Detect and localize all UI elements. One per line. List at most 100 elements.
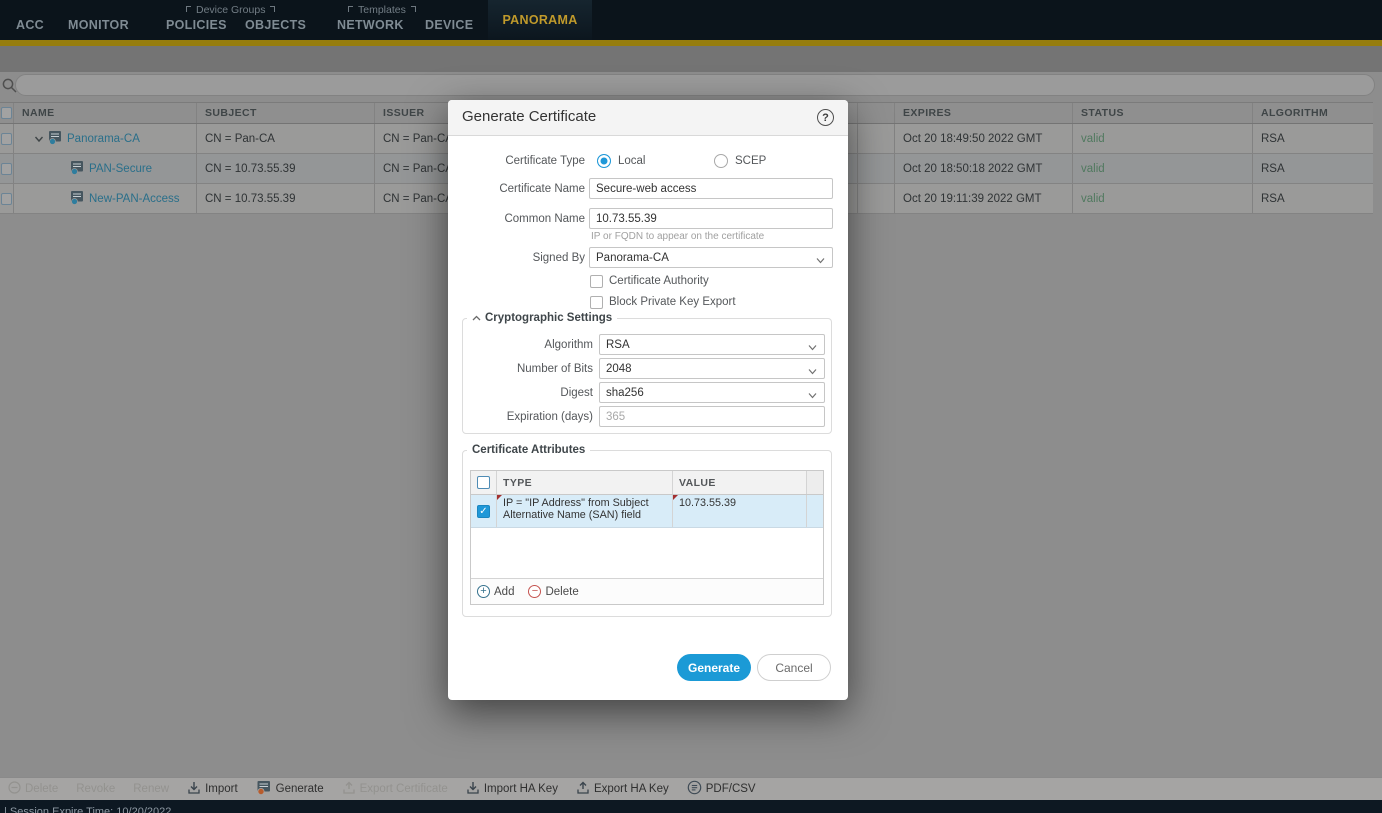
- block-private-key-checkbox[interactable]: [590, 296, 603, 309]
- pdf-csv-button[interactable]: PDF/CSV: [687, 780, 756, 798]
- attribute-row-checkbox[interactable]: ✓: [477, 505, 490, 518]
- attribute-value: 10.73.55.39: [679, 497, 736, 509]
- certificate-attributes-title: Certificate Attributes: [472, 444, 585, 456]
- certificate-attributes-section: Certificate Attributes TYPE VALUE ✓ IP =…: [462, 444, 832, 617]
- attribute-row[interactable]: ✓ IP = "IP Address" from Subject Alterna…: [471, 495, 823, 528]
- column-header-algorithm[interactable]: ALGORITHM: [1253, 103, 1373, 123]
- import-ha-key-button[interactable]: Import HA Key: [466, 781, 558, 798]
- panorama-screen: ACC MONITOR POLICIES OBJECTS NETWORK DEV…: [0, 0, 1382, 813]
- digest-select[interactable]: sha256: [599, 382, 825, 403]
- column-header-expires[interactable]: EXPIRES: [895, 103, 1073, 123]
- help-icon[interactable]: ?: [817, 109, 834, 126]
- search-input[interactable]: [15, 74, 1375, 96]
- column-header-status[interactable]: STATUS: [1073, 103, 1253, 123]
- minus-circle-icon: −: [528, 585, 541, 598]
- digest-value: sha256: [606, 387, 644, 399]
- select-all-cell: [0, 103, 14, 123]
- attributes-select-all-checkbox[interactable]: [477, 476, 490, 489]
- modified-corner-marker: [497, 495, 502, 500]
- tray-up-arrow-icon: [342, 781, 356, 798]
- delete-attribute-button[interactable]: − Delete: [528, 585, 578, 598]
- bottom-toolbar: Delete Revoke Renew Import Generate Expo…: [0, 777, 1382, 800]
- certificate-authority-checkbox[interactable]: [590, 275, 603, 288]
- algorithm-cell: RSA: [1253, 154, 1373, 183]
- certificate-icon: [70, 160, 85, 178]
- block-private-key-label: Block Private Key Export: [609, 296, 736, 308]
- chevron-down-icon[interactable]: [34, 135, 44, 143]
- signed-by-label: Signed By: [448, 252, 585, 264]
- tab-panorama[interactable]: PANORAMA: [488, 0, 592, 40]
- generate-button[interactable]: Generate: [256, 780, 324, 798]
- column-header-blank[interactable]: [858, 103, 895, 123]
- expiration-days-input[interactable]: [599, 406, 825, 427]
- tab-device[interactable]: DEVICE: [425, 18, 473, 32]
- radio-scep[interactable]: [714, 154, 728, 168]
- tab-network[interactable]: NETWORK: [337, 18, 404, 32]
- circle-minus-icon: [8, 781, 21, 797]
- status-badge: valid: [1081, 133, 1105, 145]
- tray-up-arrow-icon: [576, 781, 590, 798]
- modified-corner-marker: [673, 495, 678, 500]
- row-checkbox[interactable]: [1, 133, 12, 145]
- attribute-type-value: IP = "IP Address" from Subject Alternati…: [503, 497, 663, 522]
- signed-by-value: Panorama-CA: [596, 252, 669, 264]
- subject-cell: CN = Pan-CA: [197, 124, 375, 153]
- revoke-button: Revoke: [76, 783, 115, 795]
- export-ha-key-button[interactable]: Export HA Key: [576, 781, 669, 798]
- cancel-button[interactable]: Cancel: [757, 654, 831, 681]
- attributes-empty-area: [471, 528, 823, 578]
- left-bracket: [186, 6, 191, 12]
- right-bracket: [270, 6, 275, 12]
- collapse-chevron-icon[interactable]: [472, 312, 481, 324]
- row-checkbox[interactable]: [1, 193, 12, 205]
- generate-submit-button[interactable]: Generate: [677, 654, 751, 681]
- radio-local-label: Local: [618, 155, 646, 167]
- dialog-title: Generate Certificate: [462, 108, 596, 125]
- certificate-icon: [48, 130, 63, 148]
- tab-policies[interactable]: POLICIES: [166, 18, 227, 32]
- algorithm-cell: RSA: [1253, 184, 1373, 213]
- dialog-titlebar: Generate Certificate ?: [448, 100, 848, 136]
- device-groups-label: Device Groups: [186, 4, 275, 16]
- certificate-name-input[interactable]: [589, 178, 833, 199]
- expires-cell: Oct 20 18:50:18 2022 GMT: [895, 154, 1073, 183]
- attr-column-type[interactable]: TYPE: [497, 471, 673, 494]
- algorithm-select[interactable]: RSA: [599, 334, 825, 355]
- certificate-name-link[interactable]: Panorama-CA: [67, 133, 140, 145]
- column-header-subject[interactable]: SUBJECT: [197, 103, 375, 123]
- tab-panorama-label: PANORAMA: [502, 13, 577, 27]
- radio-local[interactable]: [597, 154, 611, 168]
- tray-down-arrow-icon: [466, 781, 480, 798]
- top-navbar: ACC MONITOR POLICIES OBJECTS NETWORK DEV…: [0, 0, 1382, 40]
- attr-column-strip: [807, 471, 823, 494]
- blank-cell: [858, 124, 895, 153]
- attr-column-value[interactable]: VALUE: [673, 471, 807, 494]
- tab-monitor[interactable]: MONITOR: [68, 18, 129, 32]
- add-attribute-button[interactable]: + Add: [477, 585, 514, 598]
- common-name-label: Common Name: [448, 213, 585, 225]
- number-of-bits-select[interactable]: 2048: [599, 358, 825, 379]
- generate-certificate-dialog: Generate Certificate ? Certificate Type …: [448, 100, 848, 700]
- row-checkbox[interactable]: [1, 163, 12, 175]
- status-badge: valid: [1081, 163, 1105, 175]
- export-certificate-button: Export Certificate: [342, 781, 448, 798]
- signed-by-select[interactable]: Panorama-CA: [589, 247, 833, 268]
- radio-scep-label: SCEP: [735, 155, 766, 167]
- tab-acc[interactable]: ACC: [16, 18, 44, 32]
- column-header-name[interactable]: NAME: [14, 103, 197, 123]
- attributes-table: TYPE VALUE ✓ IP = "IP Address" from Subj…: [470, 470, 824, 605]
- tab-objects[interactable]: OBJECTS: [245, 18, 306, 32]
- common-name-input[interactable]: [589, 208, 833, 229]
- certificate-authority-label: Certificate Authority: [609, 275, 709, 287]
- plus-circle-icon: +: [477, 585, 490, 598]
- select-all-checkbox[interactable]: [1, 107, 12, 119]
- blank-cell: [858, 184, 895, 213]
- chevron-down-icon: [808, 342, 817, 354]
- import-button[interactable]: Import: [187, 781, 238, 798]
- number-of-bits-value: 2048: [606, 363, 632, 375]
- algorithm-label: Algorithm: [463, 339, 593, 351]
- attributes-header-row: TYPE VALUE: [471, 471, 823, 495]
- certificate-name-link[interactable]: New-PAN-Access: [89, 193, 180, 205]
- certificate-name-link[interactable]: PAN-Secure: [89, 163, 152, 175]
- sub-navigation-band: [0, 46, 1382, 72]
